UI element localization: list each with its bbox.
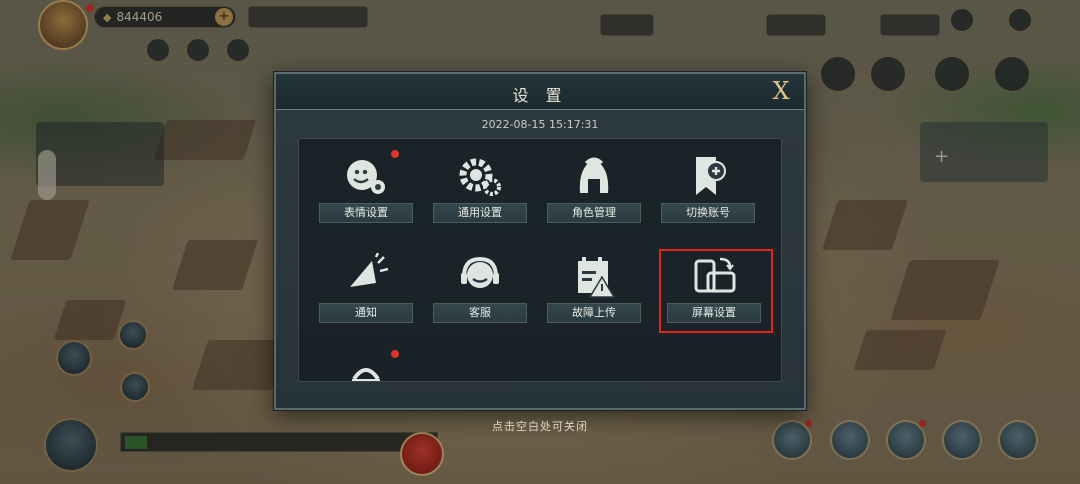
close-button[interactable]: X [768, 78, 794, 104]
tile-label: 角色管理 [547, 203, 641, 223]
helmet-icon [570, 153, 618, 199]
tile-emoji-settings[interactable]: 表情设置 [313, 150, 419, 233]
switch-account-icon [684, 153, 732, 199]
megaphone-icon [342, 253, 390, 299]
dialog-title: 设 置 [512, 86, 568, 105]
tile-label: 客服 [433, 303, 527, 323]
tile-label: 通知 [319, 303, 413, 323]
badge-dot [391, 350, 399, 358]
tile-label: 通用设置 [433, 203, 527, 223]
tile-label: 故障上传 [547, 303, 641, 323]
tile-role-management[interactable]: 角色管理 [541, 153, 647, 233]
settings-dialog: 设 置 X 2022-08-15 15:17:31 表情设置 通用设置 角色管理… [274, 72, 806, 410]
headset-icon [456, 253, 504, 299]
tile-more[interactable] [313, 350, 419, 381]
tile-switch-account[interactable]: 切换账号 [655, 153, 761, 233]
badge-dot [391, 150, 399, 158]
partial-icon [342, 353, 390, 381]
dialog-header: 设 置 X [276, 74, 804, 110]
tile-bug-report[interactable]: 故障上传 [541, 253, 647, 333]
calendar-warning-icon [570, 253, 618, 299]
tap-to-close-hint: 点击空白处可关闭 [492, 420, 588, 433]
highlight-frame [659, 249, 773, 333]
emoji-gear-icon [342, 153, 390, 199]
game-screen: ◆ 844406 + + 设 置 X 2022-08-15 15:17:31 表… [0, 0, 1080, 484]
tile-customer-service[interactable]: 客服 [427, 253, 533, 333]
tile-general-settings[interactable]: 通用设置 [427, 153, 533, 233]
tile-notifications[interactable]: 通知 [313, 253, 419, 333]
gears-icon [456, 153, 504, 199]
tile-label: 表情设置 [319, 203, 413, 223]
server-time: 2022-08-15 15:17:31 [481, 118, 599, 131]
tile-label: 切换账号 [661, 203, 755, 223]
settings-grid: 表情设置 通用设置 角色管理 切换账号 通知 客服 故障上传 屏幕设置 [298, 138, 782, 382]
